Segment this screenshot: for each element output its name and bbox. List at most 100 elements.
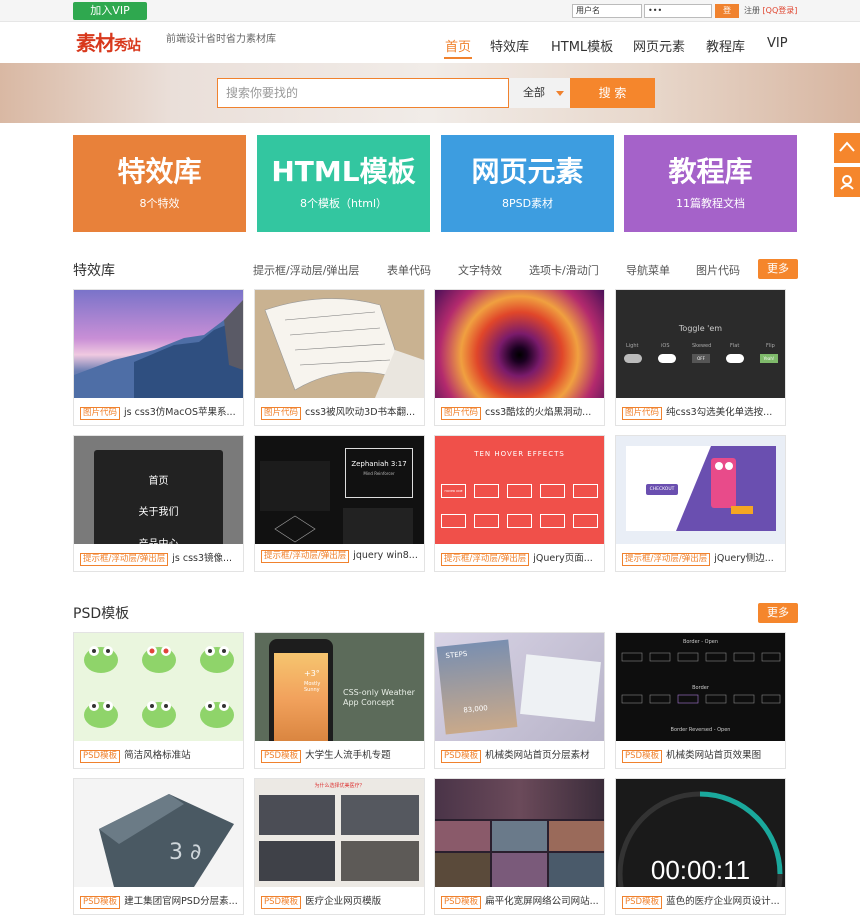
nav-html-templates[interactable]: HTML模板 (551, 36, 613, 55)
card-title[interactable]: 机械类网站首页效果图 (666, 750, 761, 761)
thumbnail-toggles: Toggle 'em Light iOS Skewed Flat Flip OF… (616, 290, 785, 398)
chevron-down-icon (556, 91, 564, 96)
thumb-toggle-title: Toggle 'em (678, 324, 723, 333)
card-tag[interactable]: PSD模板 (261, 750, 302, 763)
psd-card[interactable]: 为什么选择优美医疗？ PSD模板 医疗企业网页模版 (254, 778, 425, 915)
card-tag[interactable]: PSD模板 (261, 896, 302, 909)
site-logo[interactable]: 素材秀站 (76, 27, 160, 57)
nav-home[interactable]: 首页 (445, 36, 471, 55)
subtab-text-effects[interactable]: 文字特效 (458, 262, 502, 278)
card-tag[interactable]: 提示框/浮动层/弹出层 (80, 553, 169, 566)
card-title[interactable]: js css3镜像... (172, 553, 232, 564)
card-title[interactable]: jQuery页面... (533, 553, 593, 564)
cube-illustration: 3 ∂ (99, 794, 234, 887)
username-input[interactable]: 用户名 (572, 4, 642, 18)
nav-web-elements[interactable]: 网页元素 (633, 36, 685, 55)
search-button[interactable]: 搜 索 (570, 78, 655, 108)
card-caption: PSD模板 简洁风格标准站 (80, 747, 240, 763)
card-caption: 提示框/浮动层/弹出层 js css3镜像... (80, 550, 240, 566)
card-tag[interactable]: PSD模板 (80, 750, 121, 763)
subtab-tabs-slider[interactable]: 选项卡/滑动门 (529, 262, 599, 278)
psd-card[interactable]: PSD模板 扁平化宽屏网络公司网站... (434, 778, 605, 915)
card-tag[interactable]: 图片代码 (80, 407, 121, 420)
category-html-templates[interactable]: HTML模板 8个模板（html） (257, 135, 430, 232)
card-title[interactable]: css3被风吹动3D书本翻... (305, 407, 415, 418)
card-tag[interactable]: PSD模板 (622, 750, 663, 763)
card-title[interactable]: 医疗企业网页模版 (305, 896, 381, 907)
support-icon (840, 175, 854, 190)
thumb-phone: +3° Mostly Sunny (269, 639, 333, 741)
top-bar: 加入VIP 用户名 ••• 登 注册 [QQ登录] (0, 0, 860, 22)
login-button[interactable]: 登 (715, 4, 739, 18)
join-vip-button[interactable]: 加入VIP (73, 2, 147, 20)
category-effects[interactable]: 特效库 8个特效 (73, 135, 246, 232)
nav-effects[interactable]: 特效库 (490, 36, 529, 55)
effect-card[interactable]: 图片代码 css3酷炫的火焰黑洞动... (434, 289, 605, 426)
card-tag[interactable]: PSD模板 (441, 896, 482, 909)
psd-card[interactable]: 00:00:11 PSD模板 蓝色的医疗企业网页设计... (615, 778, 786, 915)
subtab-popup[interactable]: 提示框/浮动层/弹出层 (253, 262, 359, 278)
thumb-doctor-title: 为什么选择优美医疗？ (314, 783, 365, 789)
password-input[interactable]: ••• (644, 4, 712, 18)
card-caption: 提示框/浮动层/弹出层 jQuery侧边... (622, 550, 782, 566)
effects-more-button[interactable]: 更多 (758, 259, 798, 279)
card-tag[interactable]: PSD模板 (441, 750, 482, 763)
psd-card[interactable]: +3° Mostly Sunny CSS-only Weather App Co… (254, 632, 425, 769)
effect-card[interactable]: CHECKOUT 提示框/浮动层/弹出层 jQuery侧边... (615, 435, 786, 572)
card-tag[interactable]: 图片代码 (261, 407, 302, 420)
category-tutorials[interactable]: 教程库 11篇教程文档 (624, 135, 797, 232)
subtab-form[interactable]: 表单代码 (387, 262, 431, 278)
thumb-geometric (270, 514, 320, 544)
card-title[interactable]: 纯css3勾选美化单选按... (666, 407, 772, 418)
thumbnail-win8-tiles: Zephaniah 3:17 Mind Reinforcer (255, 436, 424, 544)
register-link[interactable]: 注册 (744, 6, 760, 15)
nav-tutorials[interactable]: 教程库 (706, 36, 745, 55)
card-tag[interactable]: 图片代码 (622, 407, 663, 420)
card-title[interactable]: 机械类网站首页分层素材 (485, 750, 590, 761)
effect-card[interactable]: Zephaniah 3:17 Mind Reinforcer 提示框/浮动层/弹… (254, 435, 425, 572)
card-title[interactable]: jquery win8... (353, 550, 418, 561)
card-title[interactable]: jQuery侧边... (714, 553, 774, 564)
thumb-toggle-off: OFF (692, 354, 710, 363)
effect-card[interactable]: TEN HOVER EFFECTS HOVER ONE 提示框/浮动层/弹出层 j… (434, 435, 605, 572)
card-title[interactable]: 简洁风格标准站 (124, 750, 191, 761)
thumbnail-frogs (74, 633, 243, 741)
customer-service-button[interactable] (834, 167, 860, 197)
card-title[interactable]: js css3仿MacOS苹果系... (124, 407, 236, 418)
card-title[interactable]: css3酷炫的火焰黑洞动... (485, 407, 591, 418)
thumb-menu-panel: 首页 关于我们 产品中心 (94, 450, 223, 544)
effect-card[interactable]: 图片代码 js css3仿MacOS苹果系... (73, 289, 244, 426)
subtab-nav-menu[interactable]: 导航菜单 (626, 262, 670, 278)
psd-card[interactable]: Border - Open Border Border Reversed - O… (615, 632, 786, 769)
card-title[interactable]: 扁平化宽屏网络公司网站... (485, 896, 599, 907)
card-tag[interactable]: 提示框/浮动层/弹出层 (261, 550, 350, 563)
card-tag[interactable]: 提示框/浮动层/弹出层 (441, 553, 530, 566)
back-to-top-button[interactable] (834, 133, 860, 163)
psd-card[interactable]: STEPS 83,000 PSD模板 机械类网站首页分层素材 (434, 632, 605, 769)
effect-card[interactable]: 图片代码 css3被风吹动3D书本翻... (254, 289, 425, 426)
psd-card[interactable]: PSD模板 简洁风格标准站 (73, 632, 244, 769)
psd-more-button[interactable]: 更多 (758, 603, 798, 623)
card-title[interactable]: 大学生人流手机专题 (305, 750, 391, 761)
card-caption: PSD模板 蓝色的医疗企业网页设计... (622, 893, 782, 909)
nav-vip[interactable]: VIP (767, 36, 788, 51)
category-web-elements[interactable]: 网页元素 8PSD素材 (441, 135, 614, 232)
card-tag[interactable]: 提示框/浮动层/弹出层 (622, 553, 711, 566)
card-tag[interactable]: PSD模板 (622, 896, 663, 909)
section-title-effects: 特效库 (73, 263, 115, 279)
section-title-psd: PSD模板 (73, 606, 130, 622)
card-title[interactable]: 蓝色的医疗企业网页设计... (666, 896, 780, 907)
effect-card[interactable]: Toggle 'em Light iOS Skewed Flat Flip OF… (615, 289, 786, 426)
card-tag[interactable]: 图片代码 (441, 407, 482, 420)
psd-card[interactable]: 3 ∂ PSD模板 建工集团官网PSD分层素... (73, 778, 244, 915)
thumb-weather-title: CSS-only Weather App Concept (343, 688, 415, 707)
subtab-image-code[interactable]: 图片代码 (696, 262, 740, 278)
qq-login-link[interactable]: [QQ登录] (763, 6, 798, 15)
effect-card[interactable]: 首页 关于我们 产品中心 提示框/浮动层/弹出层js css3镜像... (73, 435, 244, 572)
card-tag[interactable]: PSD模板 (80, 896, 121, 909)
mountain-illustration (74, 300, 243, 398)
card-caption: 提示框/浮动层/弹出层 jquery win8... (261, 550, 421, 563)
card-title[interactable]: 建工集团官网PSD分层素... (124, 896, 238, 907)
thumb-timer-text: 00:00:11 (650, 855, 751, 885)
search-input[interactable]: 搜索你要找的 (217, 78, 509, 108)
